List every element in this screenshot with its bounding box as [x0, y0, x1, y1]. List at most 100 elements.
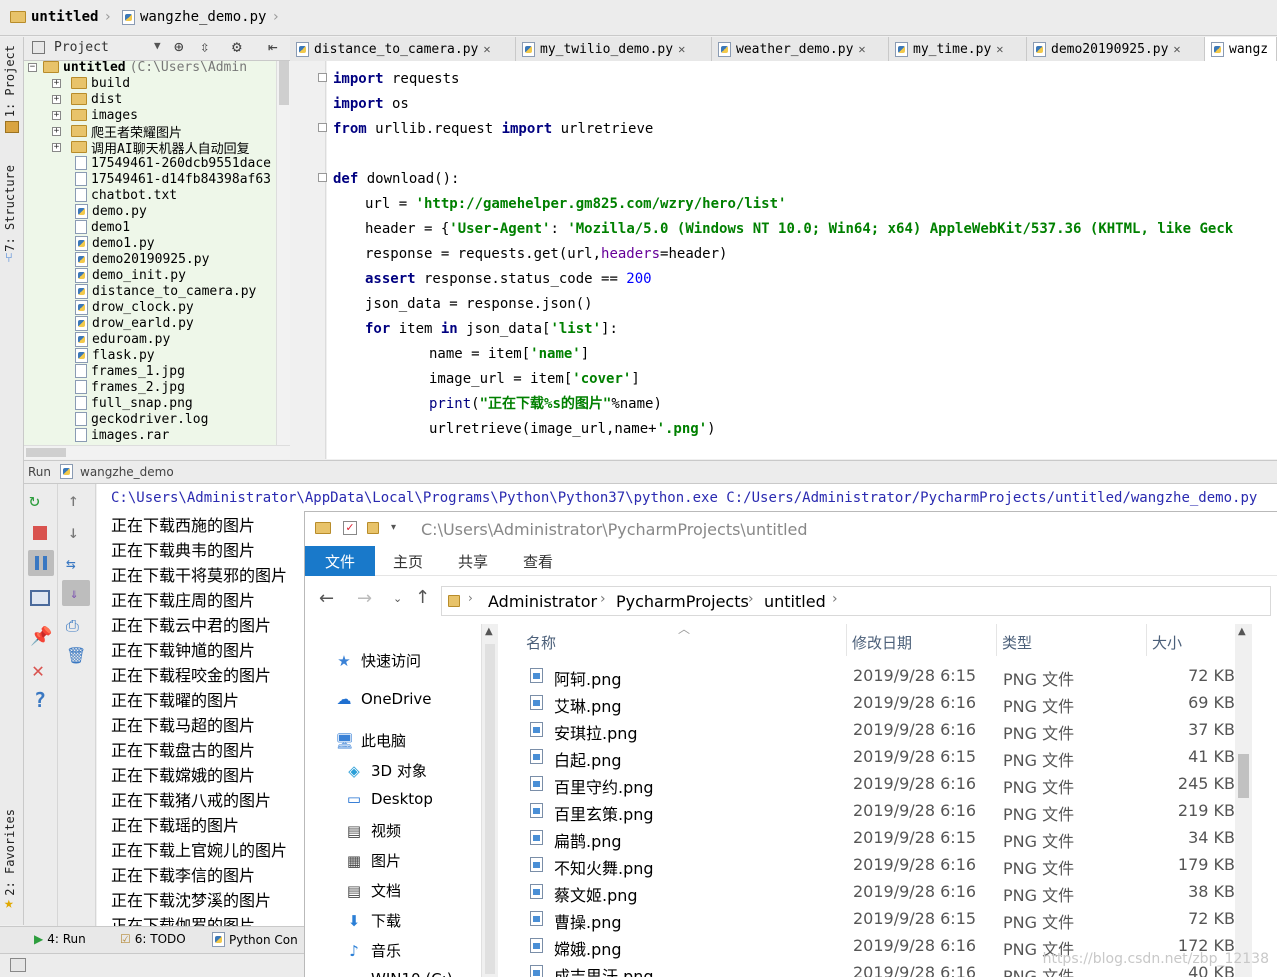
soft-wrap-icon[interactable]: ⇆: [66, 554, 90, 578]
fold-marker-icon[interactable]: [318, 73, 327, 82]
tree-root[interactable]: − untitled (C:\Users\Admin: [28, 61, 247, 75]
close-icon[interactable]: ✕: [858, 42, 865, 56]
recent-locations-icon[interactable]: ⌄: [393, 592, 402, 605]
tree-file[interactable]: frames_1.jpg: [52, 363, 185, 379]
fold-marker-icon[interactable]: [318, 123, 327, 132]
column-type[interactable]: 类型: [1002, 632, 1032, 653]
tree-file[interactable]: images.rar: [52, 427, 169, 443]
file-scroll-thumb[interactable]: [1238, 754, 1249, 798]
tab-project[interactable]: 1: Project: [3, 45, 17, 117]
code-editor[interactable]: import requests import os from urllib.re…: [327, 61, 1277, 459]
expand-icon[interactable]: +: [52, 142, 61, 152]
nav-scroll-thumb[interactable]: [485, 644, 495, 974]
breadcrumb-project[interactable]: untitled ›: [10, 9, 112, 25]
tab-home[interactable]: 主页: [393, 551, 423, 572]
close-icon[interactable]: ✕: [1173, 42, 1180, 56]
expand-icon[interactable]: +: [52, 126, 61, 136]
hscroll-thumb[interactable]: [26, 448, 66, 457]
column-date[interactable]: 修改日期: [852, 632, 912, 653]
expand-icon[interactable]: +: [52, 94, 61, 104]
new-folder-icon[interactable]: [367, 522, 379, 534]
customize-toolbar-icon[interactable]: ▾: [391, 522, 396, 533]
tree-file[interactable]: 17549461-260dcb9551dace: [52, 155, 271, 171]
nav-item[interactable]: ⬇ 下载: [345, 910, 401, 931]
fold-marker-icon[interactable]: [318, 173, 327, 182]
tree-file[interactable]: demo20190925.py: [52, 251, 209, 267]
nav-item[interactable]: ♪ 音乐: [345, 940, 401, 961]
expand-icon[interactable]: +: [52, 110, 61, 120]
file-row[interactable]: 阿轲.png 2019/9/28 6:15 PNG 文件 72 KB: [520, 662, 1235, 689]
file-row[interactable]: 安琪拉.png 2019/9/28 6:16 PNG 文件 37 KB: [520, 716, 1235, 743]
rerun-icon[interactable]: ↻: [29, 490, 53, 514]
toggle-panels-icon[interactable]: [10, 958, 26, 972]
address-box[interactable]: › Administrator › PycharmProjects › unti…: [441, 586, 1271, 616]
tree-folder[interactable]: + 调用AI聊天机器人自动回复: [52, 139, 250, 157]
tree-file[interactable]: flask.py: [52, 347, 155, 363]
scroll-to-end-icon[interactable]: ⇓: [62, 580, 90, 606]
breadcrumb-untitled[interactable]: untitled: [764, 592, 826, 611]
tab-run[interactable]: ▶ 4: Run: [34, 932, 86, 946]
collapse-all-icon[interactable]: ⇳: [200, 37, 210, 56]
arrow-up-icon[interactable]: ↑: [68, 490, 92, 514]
tree-file[interactable]: chatbot.txt: [52, 187, 177, 203]
tree-folder[interactable]: + build: [52, 75, 130, 91]
file-row[interactable]: 蔡文姬.png 2019/9/28 6:16 PNG 文件 38 KB: [520, 878, 1235, 905]
column-divider[interactable]: [996, 624, 997, 656]
pin-icon[interactable]: 📌: [30, 626, 54, 650]
tab-distance-to-camera[interactable]: distance_to_camera.py ✕: [290, 37, 516, 61]
tab-demo20190925[interactable]: demo20190925.py ✕: [1027, 37, 1205, 61]
close-icon[interactable]: ✕: [678, 42, 685, 56]
help-icon[interactable]: ?: [34, 688, 58, 712]
nav-item[interactable]: 🖥 此电脑: [335, 730, 406, 751]
file-row[interactable]: 艾琳.png 2019/9/28 6:16 PNG 文件 69 KB: [520, 689, 1235, 716]
tab-my-twilio-demo[interactable]: my_twilio_demo.py ✕: [516, 37, 712, 61]
chevron-right-icon[interactable]: ›: [748, 591, 754, 607]
nav-item[interactable]: ★ 快速访问: [335, 650, 421, 671]
tab-python-console[interactable]: Python Con: [212, 932, 298, 947]
nav-item[interactable]: ▤ 视频: [345, 820, 401, 841]
expand-icon[interactable]: +: [52, 78, 61, 88]
column-name[interactable]: 名称: [526, 632, 556, 653]
tree-file[interactable]: demo.py: [52, 203, 147, 219]
back-arrow-icon[interactable]: ←: [319, 588, 334, 609]
gear-icon[interactable]: ⚙: [232, 37, 242, 56]
nav-item[interactable]: ◈ 3D 对象: [345, 760, 427, 781]
column-divider[interactable]: [846, 624, 847, 656]
tree-file[interactable]: 17549461-d14fb84398af63: [52, 171, 271, 187]
file-row[interactable]: 曹操.png 2019/9/28 6:15 PNG 文件 72 KB: [520, 905, 1235, 932]
breadcrumb-file[interactable]: wangzhe_demo.py ›: [122, 9, 280, 25]
print-icon[interactable]: ⎙: [66, 616, 90, 640]
tree-file[interactable]: drow_earld.py: [52, 315, 194, 331]
forward-arrow-icon[interactable]: →: [357, 588, 372, 609]
tab-view[interactable]: 查看: [523, 551, 553, 572]
column-divider[interactable]: [1146, 624, 1147, 656]
trash-icon[interactable]: 🗑: [66, 646, 90, 670]
locate-icon[interactable]: ⊕: [174, 37, 184, 56]
stop-icon[interactable]: [33, 526, 47, 540]
chevron-right-icon[interactable]: ›: [600, 591, 606, 607]
tree-file[interactable]: frames_2.jpg: [52, 379, 185, 395]
hide-panel-icon[interactable]: ⇤: [268, 37, 278, 56]
nav-item[interactable]: ▭ Desktop: [345, 790, 433, 808]
project-scrollbar[interactable]: [276, 61, 290, 445]
nav-item[interactable]: ▦ 图片: [345, 850, 401, 871]
collapse-icon[interactable]: −: [28, 62, 37, 72]
tree-file[interactable]: demo1.py: [52, 235, 155, 251]
file-row[interactable]: 白起.png 2019/9/28 6:15 PNG 文件 41 KB: [520, 743, 1235, 770]
chevron-right-icon[interactable]: ›: [468, 591, 473, 605]
tree-folder[interactable]: + dist: [52, 91, 122, 107]
tree-file[interactable]: eduroam.py: [52, 331, 170, 347]
tab-todo[interactable]: ☑ 6: TODO: [120, 932, 186, 946]
tree-file[interactable]: demo_init.py: [52, 267, 186, 283]
tab-structure[interactable]: 7: Structure: [3, 165, 17, 252]
tree-file[interactable]: drow_clock.py: [52, 299, 194, 315]
tree-file[interactable]: full_snap.png: [52, 395, 193, 411]
tab-my-time[interactable]: my_time.py ✕: [889, 37, 1027, 61]
tree-file[interactable]: geckodriver.log: [52, 411, 208, 427]
tab-wangzhe-demo-active[interactable]: wangz: [1205, 37, 1277, 61]
tab-favorites[interactable]: 2: Favorites: [3, 809, 17, 896]
tab-weather-demo[interactable]: weather_demo.py ✕: [712, 37, 889, 61]
file-row[interactable]: 百里玄策.png 2019/9/28 6:16 PNG 文件 219 KB: [520, 797, 1235, 824]
restore-layout-icon[interactable]: [30, 590, 50, 606]
close-icon[interactable]: ✕: [32, 658, 56, 682]
